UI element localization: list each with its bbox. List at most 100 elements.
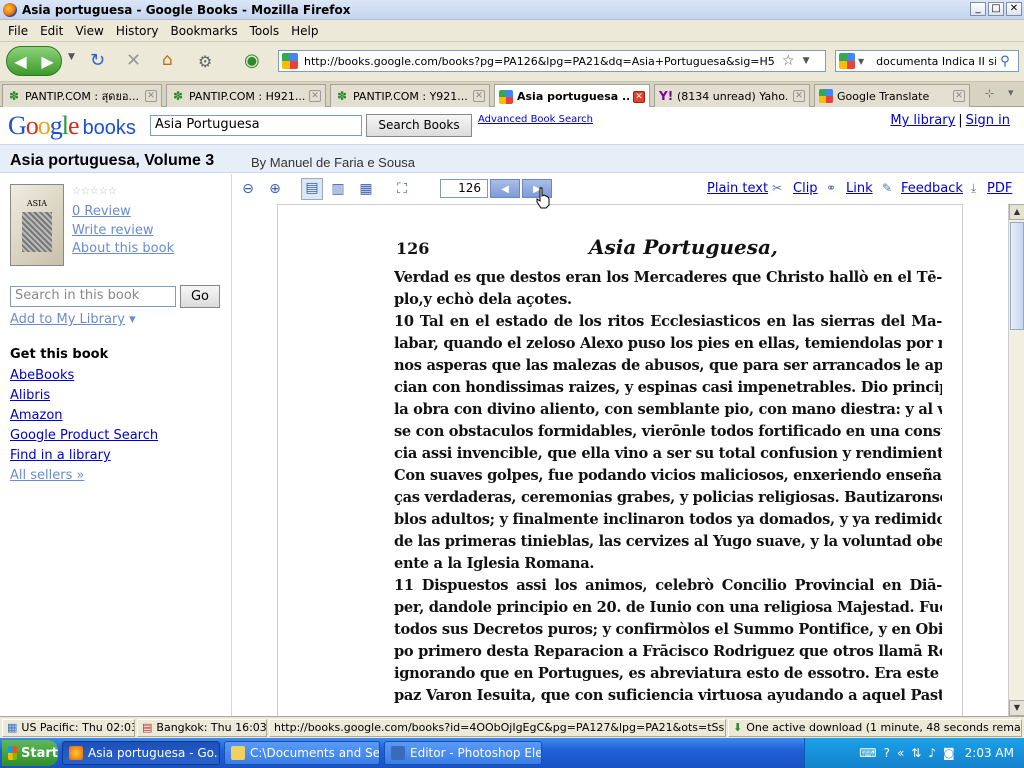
link-icon[interactable]: ⚭ [826,181,836,195]
seller-google-product-search[interactable]: Google Product Search [10,428,158,443]
review-count-link[interactable]: 0 Review [72,204,131,219]
close-tab-icon[interactable]: ✕ [145,90,157,102]
menu-help[interactable]: Help [287,24,326,38]
page-number-input[interactable]: 126 [440,179,488,198]
menu-file[interactable]: File [4,24,36,38]
search-books-button[interactable]: Search Books [366,114,472,137]
system-tray: ⌨ ? « ⇅ ♪ ◙ 2:03 AM [804,738,1024,768]
tab-pantip-3[interactable]: ✽ PANTIP.COM : Y921... ✕ [330,84,490,107]
write-review-link[interactable]: Write review [72,223,153,238]
close-button[interactable]: ✕ [1006,2,1022,16]
scroll-up-icon[interactable]: ▲ [1009,204,1024,220]
tab-yahoo[interactable]: Y! (8134 unread) Yaho... ✕ [654,84,810,107]
history-dropdown-icon[interactable]: ▼ [68,52,75,62]
home-icon[interactable]: ⌂ [162,50,173,70]
menu-history[interactable]: History [112,24,167,38]
search-input[interactable]: documenta Indica II sian [876,55,996,68]
fullscreen-icon[interactable]: ⛶ [393,180,411,198]
expand-tray-icon[interactable]: « [897,746,904,760]
list-all-tabs-icon[interactable]: ⊹ [985,87,994,100]
start-button[interactable]: Start [2,740,58,766]
maximize-button[interactable]: □ [988,2,1004,16]
viewer-toolbar: ⊖ ⊕ ▤ ▥ ▦ ⛶ 126 ◀ ▶ Plain text ✂ Clip ⚭ … [233,174,1024,202]
previous-page-button[interactable]: ◀ [490,179,520,198]
address-bar[interactable]: http://books.google.com/books?pg=PA126&l… [278,50,826,72]
tab-asia-portuguesa[interactable]: Asia portuguesa ... ✕ [494,84,650,108]
scrollbar-thumb[interactable] [1010,222,1024,330]
tab-scroll-icon[interactable]: ▾ [1008,86,1014,99]
add-to-library-link[interactable]: Add to My Library ▾ [10,312,136,327]
window-title: Asia portuguesa - Google Books - Mozilla… [22,2,351,17]
search-bar[interactable]: ▼ documenta Indica II sian ⚲ [835,50,1019,72]
menu-edit[interactable]: Edit [36,24,71,38]
engine-dropdown-icon[interactable]: ▼ [858,57,864,66]
google-search-engine-icon[interactable] [839,53,855,69]
task-photoshop[interactable]: Editor - Photoshop Eleme... [384,741,542,765]
google-books-logo[interactable]: Google books [8,111,136,141]
url-input[interactable]: http://books.google.com/books?pg=PA126&l… [304,55,774,68]
tab-pantip-2[interactable]: ✽ PANTIP.COM : H921... ✕ [166,84,326,107]
stop-icon[interactable]: ✕ [126,50,141,71]
close-tab-icon[interactable]: ✕ [793,90,805,102]
clip-link[interactable]: Clip [793,181,818,196]
task-explorer[interactable]: C:\Documents and Settin... [224,741,380,765]
network-icon[interactable]: ⇅ [911,746,921,760]
scroll-down-icon[interactable]: ▼ [1009,700,1024,716]
pdf-link[interactable]: PDF [987,181,1012,196]
books-search-input[interactable]: Asia Portuguesa [150,115,362,136]
thumbnail-view-icon[interactable]: ▦ [357,180,375,198]
pdf-download-icon[interactable]: ⤓ [971,181,976,196]
plain-text-link[interactable]: Plain text [707,181,768,196]
back-icon[interactable]: ◀ [14,52,26,71]
feedback-link[interactable]: Feedback [901,181,963,196]
my-library-link[interactable]: My library [890,113,955,128]
seller-amazon[interactable]: Amazon [10,408,63,423]
clip-icon[interactable]: ✂ [772,181,782,195]
tab-pantip-1[interactable]: ✽ PANTIP.COM : สุดยอ... ✕ [2,84,162,107]
task-firefox[interactable]: Asia portuguesa - Go... [62,741,220,765]
download-status-icon[interactable]: ◉ [244,50,260,71]
search-icon[interactable]: ⚲ [1000,54,1010,69]
download-status[interactable]: ⬇ One active download (1 minute, 48 secon… [728,718,1022,737]
rating-stars-icon[interactable]: ☆☆☆☆☆ [72,186,117,197]
viewer-scrollbar[interactable]: ▲ ▼ [1008,204,1024,716]
about-book-link[interactable]: About this book [72,241,174,256]
feedback-icon[interactable]: ✎ [882,181,892,195]
bookmark-star-icon[interactable]: ☆ [782,53,795,69]
menu-view[interactable]: View [71,24,111,38]
task-label: Asia portuguesa - Go... [88,746,220,760]
forward-icon[interactable]: ▶ [41,52,53,71]
search-in-book-input[interactable]: Search in this book [10,286,176,307]
tray-app-icon[interactable]: ◙ [943,746,955,760]
zoom-in-icon[interactable]: ⊕ [266,180,284,198]
volume-icon[interactable]: ♪ [928,746,936,760]
close-tab-icon[interactable]: ✕ [309,90,321,102]
all-sellers-link[interactable]: All sellers » [10,468,84,483]
go-button[interactable]: Go [180,285,220,308]
menu-tools[interactable]: Tools [246,24,288,38]
tab-google-translate[interactable]: Google Translate ✕ [814,84,970,107]
book-cover-thumbnail[interactable]: ASIA [10,184,64,266]
url-dropdown-icon[interactable]: ▼ [803,56,810,66]
close-tab-icon[interactable]: ✕ [633,90,645,103]
menu-bookmarks[interactable]: Bookmarks [167,24,246,38]
two-page-view-icon[interactable]: ▥ [329,180,347,198]
minimize-button[interactable]: _ [970,2,986,16]
seller-find-in-library[interactable]: Find in a library [10,448,111,463]
close-tab-icon[interactable]: ✕ [473,90,485,102]
tab-bar: ✽ PANTIP.COM : สุดยอ... ✕ ✽ PANTIP.COM :… [0,82,1024,108]
zoom-out-icon[interactable]: ⊖ [239,180,257,198]
link-link[interactable]: Link [846,181,873,196]
addon-icon[interactable]: ⚙ [198,52,212,71]
reload-icon[interactable]: ↻ [90,50,105,71]
help-icon[interactable]: ? [884,746,890,760]
keyboard-icon[interactable]: ⌨ [859,746,876,760]
sign-in-link[interactable]: Sign in [966,113,1010,128]
advanced-book-search-link[interactable]: Advanced Book Search [478,114,593,125]
seller-alibris[interactable]: Alibris [10,388,50,403]
close-tab-icon[interactable]: ✕ [953,90,965,102]
back-forward-buttons[interactable]: ◀ ▶ [6,46,62,76]
single-page-view-icon[interactable]: ▤ [301,178,323,200]
clock-time[interactable]: 2:03 AM [965,746,1014,760]
seller-abebooks[interactable]: AbeBooks [10,368,74,383]
